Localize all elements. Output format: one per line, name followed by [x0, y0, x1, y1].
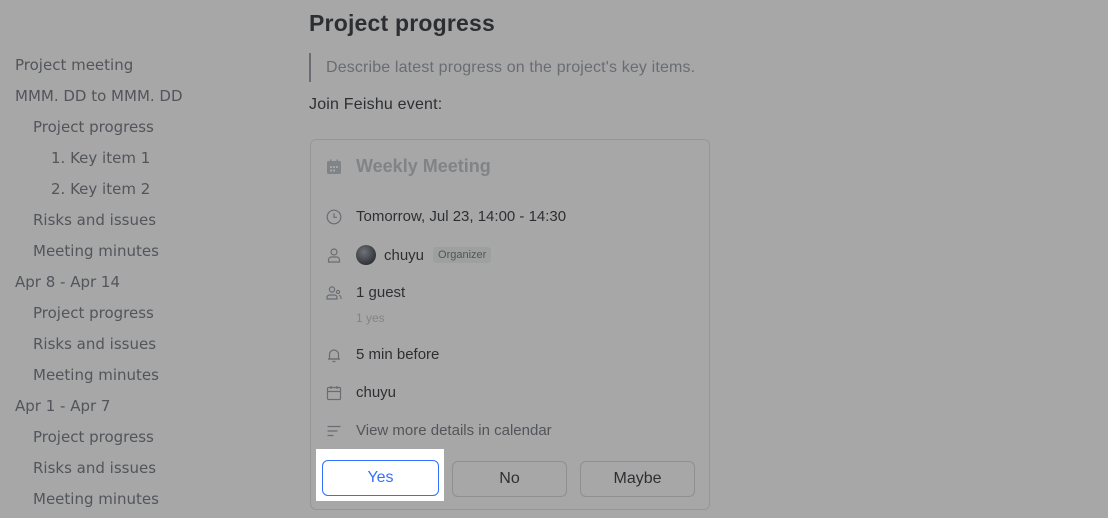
organizer-badge: Organizer: [433, 247, 492, 263]
event-reminder-row: 5 min before: [326, 346, 439, 363]
outline-item[interactable]: Project meeting: [0, 54, 300, 85]
person-icon: [327, 248, 341, 263]
outline-item[interactable]: Project progress: [0, 116, 300, 147]
outline-item[interactable]: 1. Key item 1: [0, 147, 300, 178]
outline-item[interactable]: Meeting minutes: [0, 488, 300, 518]
event-title[interactable]: Weekly Meeting: [356, 156, 491, 177]
guests-icon: [326, 285, 342, 300]
bell-icon: [328, 348, 340, 362]
view-details-link[interactable]: View more details in calendar: [356, 422, 552, 439]
outline-item[interactable]: Risks and issues: [0, 457, 300, 488]
details-lines-icon: [327, 425, 341, 436]
guest-count[interactable]: 1 guest: [356, 284, 405, 301]
outline-item[interactable]: Meeting minutes: [0, 364, 300, 395]
outline-item[interactable]: Risks and issues: [0, 209, 300, 240]
outline-item[interactable]: Project progress: [0, 302, 300, 333]
event-time-row: Tomorrow, Jul 23, 14:00 - 14:30: [326, 208, 566, 225]
rsvp-no-button[interactable]: No: [452, 461, 567, 497]
event-calendar-row: chuyu: [326, 384, 396, 401]
outline-item[interactable]: Project progress: [0, 426, 300, 457]
outline-item[interactable]: 2. Key item 2: [0, 178, 300, 209]
calendar-filled-icon: [327, 159, 341, 174]
outline-sidebar: Project meeting MMM. DD to MMM. DD Proje…: [0, 0, 300, 518]
clock-icon: [326, 209, 342, 224]
event-calendar-name: chuyu: [356, 384, 397, 401]
event-reminder: 5 min before: [356, 346, 440, 363]
view-details-row[interactable]: View more details in calendar: [326, 422, 552, 439]
join-event-label: Join Feishu event:: [309, 96, 443, 113]
outline-item[interactable]: Apr 8 - Apr 14: [0, 271, 300, 302]
outline-item[interactable]: Apr 1 - Apr 7: [0, 395, 300, 426]
event-card-header: Weekly Meeting: [326, 156, 491, 177]
section-heading: Project progress: [309, 10, 495, 36]
organizer-name[interactable]: chuyu: [384, 247, 424, 264]
quote-block[interactable]: Describe latest progress on the project'…: [309, 53, 695, 82]
event-guests-row: 1 guest: [326, 284, 405, 301]
calendar-outline-icon: [326, 385, 342, 400]
highlighted-rsvp-yes-button[interactable]: Yes: [322, 460, 439, 496]
guest-response-summary: 1 yes: [356, 311, 385, 325]
event-organizer-row: chuyu Organizer: [326, 245, 492, 265]
organizer-avatar[interactable]: [356, 245, 376, 265]
rsvp-maybe-button[interactable]: Maybe: [580, 461, 695, 497]
outline-item[interactable]: Risks and issues: [0, 333, 300, 364]
page: Project meeting MMM. DD to MMM. DD Proje…: [0, 0, 1108, 518]
outline-item[interactable]: MMM. DD to MMM. DD: [0, 85, 300, 116]
outline-item[interactable]: Meeting minutes: [0, 240, 300, 271]
event-time: Tomorrow, Jul 23, 14:00 - 14:30: [356, 208, 567, 225]
